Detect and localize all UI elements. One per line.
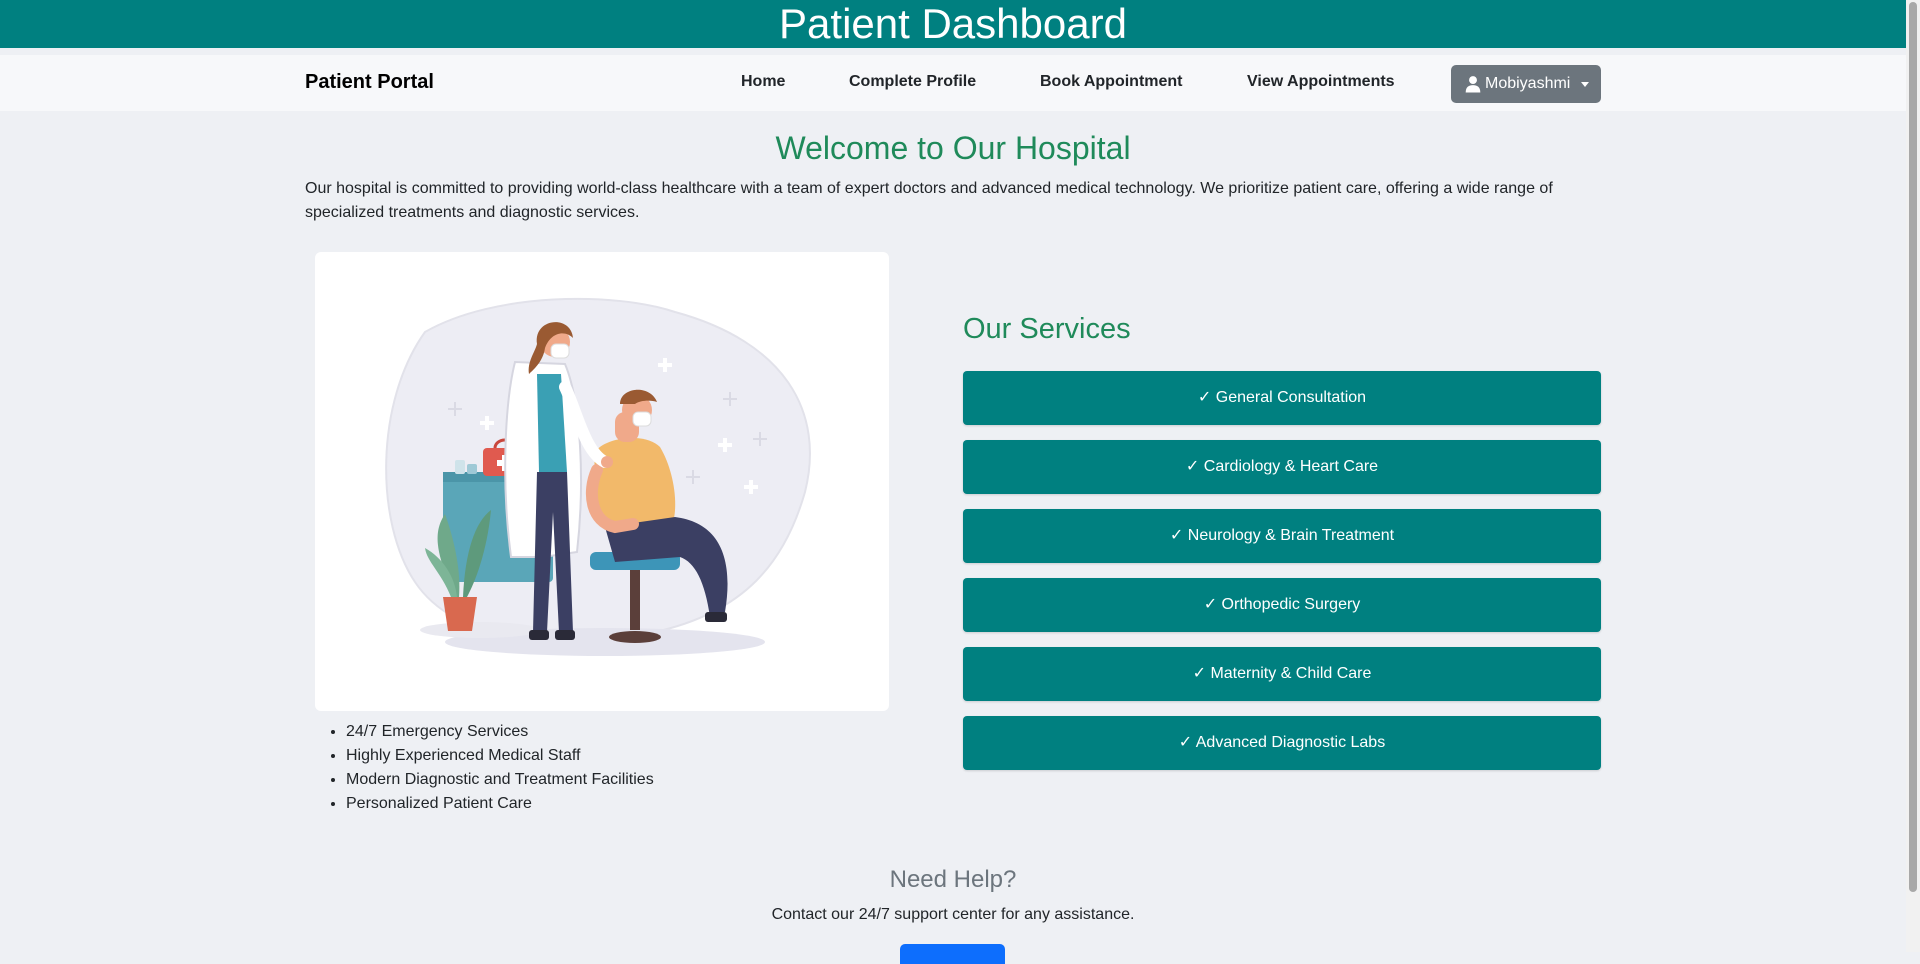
chevron-down-icon [1581, 82, 1589, 87]
contact-support-button[interactable] [900, 944, 1005, 964]
page-header: Patient Dashboard [0, 0, 1906, 48]
scrollbar[interactable] [1906, 0, 1920, 952]
features-list: 24/7 Emergency Services Highly Experienc… [305, 720, 654, 816]
list-item: Personalized Patient Care [346, 792, 654, 816]
page-title: Patient Dashboard [779, 0, 1127, 47]
navbar-brand[interactable]: Patient Portal [305, 71, 434, 94]
service-maternity[interactable]: ✓ Maternity & Child Care [963, 647, 1601, 701]
user-name: Mobiyashmi [1485, 75, 1571, 92]
service-cardiology[interactable]: ✓ Cardiology & Heart Care [963, 440, 1601, 494]
nav-link-complete-profile[interactable]: Complete Profile [849, 73, 976, 91]
user-icon [1465, 76, 1481, 93]
help-text: Contact our 24/7 support center for any … [771, 906, 1135, 923]
list-item: Highly Experienced Medical Staff [346, 744, 654, 768]
service-general-consultation[interactable]: ✓ General Consultation [963, 371, 1601, 425]
service-orthopedic-surgery[interactable]: ✓ Orthopedic Surgery [963, 578, 1601, 632]
nav-link-book-appointment[interactable]: Book Appointment [1040, 73, 1183, 91]
hospital-illustration [315, 252, 889, 711]
help-title: Need Help? [889, 866, 1017, 893]
scrollbar-thumb[interactable] [1909, 2, 1917, 892]
intro-text: Our hospital is committed to providing w… [305, 180, 1553, 221]
services-title: Our Services [963, 313, 1131, 345]
welcome-title: Welcome to Our Hospital [775, 130, 1131, 166]
nav-link-view-appointments[interactable]: View Appointments [1247, 73, 1395, 91]
list-item: 24/7 Emergency Services [346, 720, 654, 744]
service-diagnostic-labs[interactable]: ✓ Advanced Diagnostic Labs [963, 716, 1601, 770]
list-item: Modern Diagnostic and Treatment Faciliti… [346, 768, 654, 792]
navbar: Patient Portal Home Complete Profile Boo… [0, 55, 1906, 111]
nav-link-home[interactable]: Home [741, 73, 785, 91]
user-dropdown-button[interactable]: Mobiyashmi [1451, 65, 1601, 103]
service-neurology[interactable]: ✓ Neurology & Brain Treatment [963, 509, 1601, 563]
